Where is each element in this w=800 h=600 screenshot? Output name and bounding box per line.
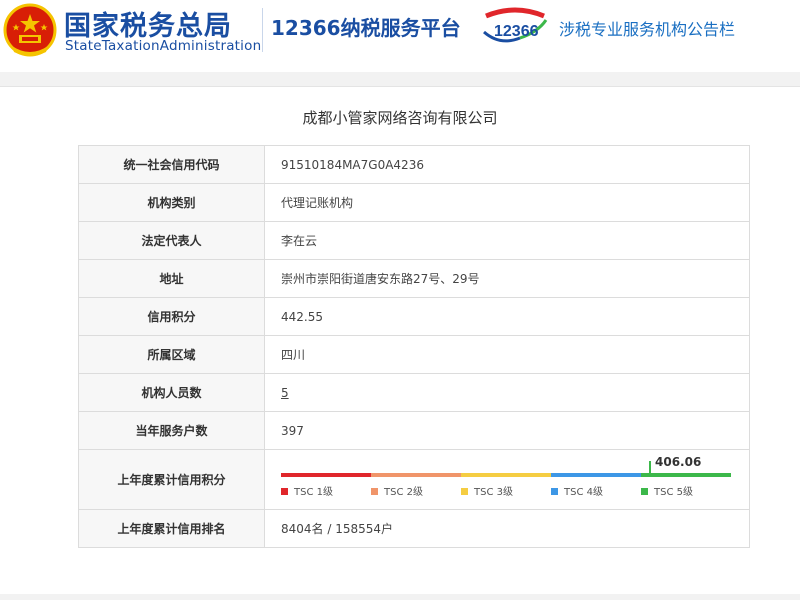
row-label: 上年度累计信用排名 — [78, 509, 265, 548]
row-label: 机构类别 — [78, 183, 265, 222]
legend-swatch — [371, 487, 378, 495]
12366-logo-icon: 12366 — [483, 7, 548, 43]
score-legend-item: TSC 3级 — [461, 483, 513, 498]
row-label: 上年度累计信用积分 — [78, 449, 265, 510]
row-label: 当年服务户数 — [78, 411, 265, 450]
score-legend-item: TSC 2级 — [371, 483, 423, 498]
row-value: 5 — [264, 373, 750, 412]
row-label: 机构人员数 — [78, 373, 265, 412]
score-segment-1 — [281, 472, 371, 477]
row-label: 法定代表人 — [78, 221, 265, 260]
row-label: 信用积分 — [78, 297, 265, 336]
table-row: 上年度累计信用排名 8404名 / 158554户 — [78, 509, 750, 548]
score-legend-item: TSC 1级 — [281, 483, 333, 498]
legend-label: TSC 5级 — [654, 486, 693, 498]
legend-label: TSC 1级 — [294, 486, 333, 498]
row-value: 442.55 — [264, 297, 750, 336]
table-row: 上年度累计信用积分 406.06 TSC 1级 TSC 2级 TSC 3级 TSC 4… — [78, 449, 750, 510]
row-value: 397 — [264, 411, 750, 450]
legend-swatch — [641, 487, 648, 495]
legend-label: TSC 4级 — [564, 486, 603, 498]
score-segment-5 — [641, 472, 731, 477]
score-segment-2 — [371, 472, 461, 477]
row-value: 崇州市崇阳街道唐安东路27号、29号 — [264, 259, 750, 298]
row-value: 代理记账机构 — [264, 183, 750, 222]
row-label: 地址 — [78, 259, 265, 298]
row-value: 406.06 TSC 1级 TSC 2级 TSC 3级 TSC 4级 TSC 5级 — [264, 449, 750, 510]
table-row: 法定代表人 李在云 — [78, 221, 750, 260]
row-label: 统一社会信用代码 — [78, 145, 265, 184]
legend-swatch — [281, 487, 288, 495]
table-row: 机构类别 代理记账机构 — [78, 183, 750, 222]
table-row: 统一社会信用代码 91510184MA7G0A4236 — [78, 145, 750, 184]
row-value: 李在云 — [264, 221, 750, 260]
row-value: 四川 — [264, 335, 750, 374]
logo-text: 12366 — [494, 23, 539, 40]
header-divider — [262, 8, 263, 52]
score-legend-item: TSC 5级 — [641, 483, 693, 498]
table-row: 地址 崇州市崇阳街道唐安东路27号、29号 — [78, 259, 750, 298]
row-label: 所属区域 — [78, 335, 265, 374]
score-segment-3 — [461, 472, 551, 477]
row-value: 8404名 / 158554户 — [264, 509, 750, 548]
score-bar-track — [281, 472, 731, 477]
score-marker — [649, 460, 651, 475]
company-name: 成都小管家网络咨询有限公司 — [302, 109, 498, 127]
table-row: 机构人员数 5 — [78, 373, 750, 412]
bulletin-title: 涉税专业服务机构公告栏 — [559, 20, 736, 39]
brand-name-en: StateTaxationAdministration — [65, 38, 262, 54]
agency-info-table: 统一社会信用代码 91510184MA7G0A4236 机构类别 代理记账机构 … — [78, 145, 750, 548]
score-marker-value: 406.06 — [655, 454, 702, 469]
score-segment-4 — [551, 472, 641, 477]
table-row: 当年服务户数 397 — [78, 411, 750, 450]
legend-label: TSC 3级 — [474, 486, 513, 498]
staff-count-link[interactable]: 5 — [281, 386, 289, 400]
table-row: 所属区域 四川 — [78, 335, 750, 374]
row-value: 91510184MA7G0A4236 — [264, 145, 750, 184]
table-row: 信用积分 442.55 — [78, 297, 750, 336]
legend-swatch — [461, 487, 468, 495]
score-legend-item: TSC 4级 — [551, 483, 603, 498]
legend-swatch — [551, 487, 558, 495]
national-emblem-icon — [3, 3, 57, 57]
site-header: 国家税务总局 StateTaxationAdministration 12366… — [0, 0, 800, 72]
legend-label: TSC 2级 — [384, 486, 423, 498]
credit-score-bar: 406.06 TSC 1级 TSC 2级 TSC 3级 TSC 4级 TSC 5级 — [281, 455, 737, 505]
agency-card: 成都小管家网络咨询有限公司 统一社会信用代码 91510184MA7G0A423… — [0, 86, 800, 594]
platform-title: 12366纳税服务平台 — [271, 16, 461, 40]
